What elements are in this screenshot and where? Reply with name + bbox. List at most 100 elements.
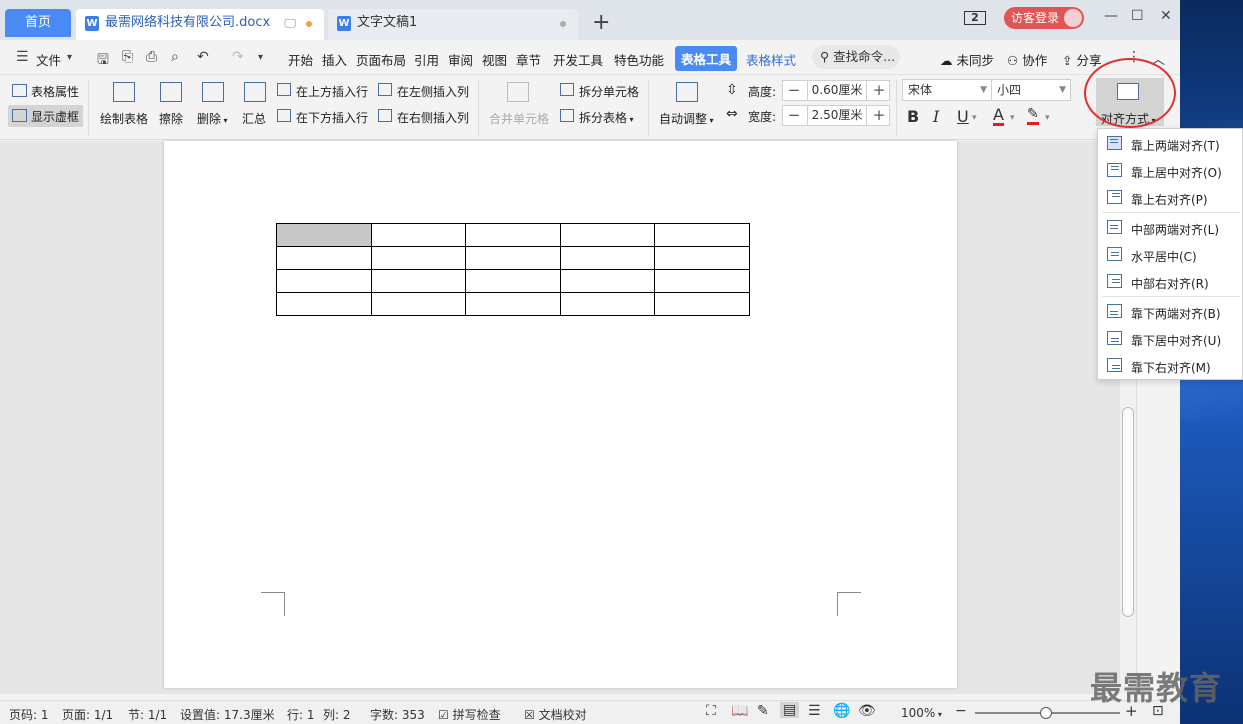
chevron-down-icon[interactable]: ▾	[972, 113, 977, 123]
insert-row-above-button[interactable]: 在上方插入行	[296, 83, 368, 100]
table-cell[interactable]	[370, 269, 467, 293]
table-cell[interactable]	[654, 246, 750, 270]
menu-item-middle-justify[interactable]: 中部两端对齐(L)	[1098, 215, 1242, 241]
table-cell[interactable]	[276, 292, 372, 316]
zoom-level[interactable]: 100% ▾	[901, 706, 942, 720]
minus-icon[interactable]: −	[783, 81, 805, 100]
highlight-pen-icon[interactable]: ✎	[1027, 107, 1039, 125]
quick-access-dropdown-icon[interactable]: ▾	[258, 52, 263, 63]
height-stepper[interactable]: − 0.60厘米 +	[782, 80, 890, 101]
sync-status[interactable]: ☁ 未同步	[940, 50, 994, 69]
table-cell[interactable]	[276, 246, 372, 270]
close-button[interactable]: ✕	[1160, 8, 1172, 24]
insert-column-left-button[interactable]: 在左侧插入列	[397, 83, 469, 100]
status-pages[interactable]: 页面: 1/1	[62, 706, 113, 723]
split-table-button[interactable]: 拆分表格 ▾	[579, 109, 634, 126]
tab-home[interactable]: 首页	[5, 9, 71, 37]
show-grid-button[interactable]: 显示虚框	[31, 108, 79, 125]
zoom-out-icon[interactable]: −	[955, 703, 967, 719]
status-setting-value[interactable]: 设置值: 17.3厘米	[180, 706, 275, 723]
menu-table-style[interactable]: 表格样式	[746, 50, 796, 69]
table-cell[interactable]	[370, 246, 467, 270]
menu-item-top-justify[interactable]: 靠上两端对齐(T)	[1098, 131, 1242, 157]
table-cell[interactable]	[559, 292, 656, 316]
table-cell[interactable]	[465, 269, 561, 293]
height-value[interactable]: 0.60厘米	[807, 81, 867, 100]
table-cell[interactable]	[559, 269, 656, 293]
menu-page-layout[interactable]: 页面布局	[356, 50, 406, 69]
chevron-down-icon[interactable]: ▾	[67, 52, 72, 63]
width-stepper[interactable]: − 2.50厘米 +	[782, 105, 890, 126]
delete-button[interactable]: 删除 ▾	[197, 110, 228, 127]
table-cell[interactable]	[370, 223, 467, 247]
status-word-count[interactable]: 字数: 353	[370, 706, 425, 723]
draw-table-button[interactable]: 绘制表格	[100, 110, 148, 127]
fullscreen-icon[interactable]: ⛶	[706, 703, 716, 719]
spell-check-button[interactable]: ☑ 拼写检查	[438, 706, 501, 723]
menu-item-top-center[interactable]: 靠上居中对齐(O)	[1098, 158, 1242, 184]
guest-login-button[interactable]: 访客登录	[1004, 7, 1084, 29]
menu-insert[interactable]: 插入	[322, 50, 347, 69]
width-value[interactable]: 2.50厘米	[807, 106, 867, 125]
insert-column-right-button[interactable]: 在右侧插入列	[397, 109, 469, 126]
minimize-button[interactable]: —	[1104, 8, 1118, 24]
table-cell[interactable]	[654, 269, 750, 293]
edit-mode-icon[interactable]: ✎	[757, 703, 769, 719]
table-cell[interactable]	[559, 246, 656, 270]
font-size-select[interactable]: 小四 ▼	[991, 79, 1071, 101]
table-cell[interactable]	[370, 292, 467, 316]
status-section[interactable]: 节: 1/1	[128, 706, 167, 723]
table-cell[interactable]	[465, 246, 561, 270]
table-cell[interactable]	[559, 223, 656, 247]
eye-protection-icon[interactable]: 👁	[858, 703, 876, 719]
menu-item-top-right[interactable]: 靠上右对齐(P)	[1098, 185, 1242, 211]
menu-item-bottom-center[interactable]: 靠下居中对齐(U)	[1098, 326, 1242, 352]
outline-icon[interactable]: ☰	[808, 703, 821, 719]
table-properties-button[interactable]: 表格属性	[31, 83, 79, 100]
status-page-number[interactable]: 页码: 1	[9, 706, 49, 723]
erase-button[interactable]: 擦除	[159, 110, 183, 127]
monitor-icon[interactable]: 🖵	[284, 9, 296, 37]
collaborate-button[interactable]: ⚇ 协作	[1007, 50, 1047, 69]
italic-button[interactable]: I	[933, 107, 939, 126]
hamburger-icon[interactable]: ☰	[16, 49, 29, 65]
tab-inactive-document[interactable]: W 文字文稿1	[328, 9, 578, 40]
menu-item-bottom-right[interactable]: 靠下右对齐(M)	[1098, 353, 1242, 379]
command-search[interactable]: ⚲ 查找命令...	[812, 45, 900, 69]
table-cell[interactable]	[465, 292, 561, 316]
menu-features[interactable]: 特色功能	[614, 50, 664, 69]
insert-row-below-button[interactable]: 在下方插入行	[296, 109, 368, 126]
table-cell[interactable]	[654, 292, 750, 316]
menu-item-middle-right[interactable]: 中部右对齐(R)	[1098, 269, 1242, 295]
menu-item-bottom-justify[interactable]: 靠下两端对齐(B)	[1098, 299, 1242, 325]
bold-button[interactable]: B	[907, 107, 919, 126]
menu-developer[interactable]: 开发工具	[553, 50, 603, 69]
status-row[interactable]: 行: 1	[287, 706, 315, 723]
doc-proofread-button[interactable]: ☒ 文档校对	[524, 706, 587, 723]
document-page[interactable]	[164, 141, 957, 688]
chevron-down-icon[interactable]: ▾	[1010, 113, 1015, 123]
window-count-badge[interactable]: 2	[964, 11, 986, 25]
underline-button[interactable]: U	[957, 107, 969, 126]
menu-item-center[interactable]: 水平居中(C)	[1098, 242, 1242, 268]
print-icon[interactable]: ⎙	[146, 49, 157, 65]
table-cell[interactable]	[276, 223, 372, 247]
save-icon[interactable]: 🖫	[97, 49, 109, 73]
split-cells-button[interactable]: 拆分单元格	[579, 83, 639, 100]
plus-icon[interactable]: +	[868, 106, 890, 125]
undo-icon[interactable]: ↶	[197, 49, 209, 65]
web-layout-icon[interactable]: 🌐	[833, 703, 850, 719]
document-table[interactable]	[276, 223, 750, 316]
scrollbar-thumb[interactable]	[1122, 407, 1134, 617]
tab-active-document[interactable]: W 最需网络科技有限公司.docx 🖵	[76, 9, 324, 40]
maximize-button[interactable]: ☐	[1131, 8, 1144, 24]
print-preview-icon[interactable]: ⌕	[171, 49, 179, 65]
menu-references[interactable]: 引用	[414, 50, 439, 69]
plus-icon[interactable]: +	[868, 81, 890, 100]
merge-cells-button[interactable]: 合并单元格	[489, 110, 549, 127]
menu-file[interactable]: 文件	[36, 50, 61, 69]
new-tab-button[interactable]: +	[592, 10, 610, 36]
table-cell[interactable]	[276, 269, 372, 293]
table-cell[interactable]	[654, 223, 750, 247]
menu-view[interactable]: 视图	[482, 50, 507, 69]
